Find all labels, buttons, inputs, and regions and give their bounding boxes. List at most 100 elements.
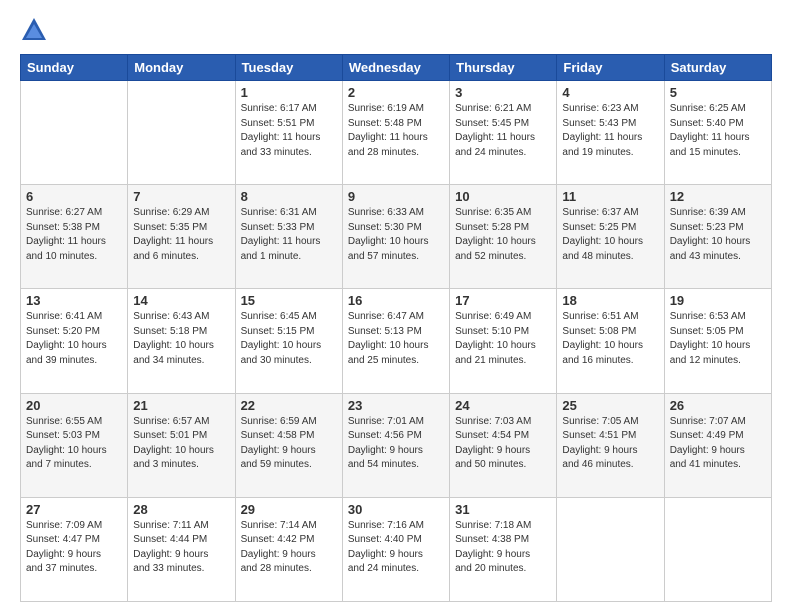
calendar-cell: 18Sunrise: 6:51 AM Sunset: 5:08 PM Dayli… [557, 289, 664, 393]
calendar-cell: 26 Sunrise: 7:07 AM Sunset: 4:49 PM Dayli… [664, 393, 771, 497]
day-info: Sunrise: 7:11 AM Sunset: 4:44 PM Dayligh… [133, 519, 229, 577]
day-number: 29 [241, 502, 337, 517]
calendar-cell: 20 Sunrise: 6:55 AM Sunset: 5:03 PM Dayli… [21, 393, 128, 497]
day-number: 7 [133, 189, 229, 204]
calendar-cell: 25 Sunrise: 7:05 AM Sunset: 4:51 PM Dayli… [557, 393, 664, 497]
day-info: Sunrise: 7:05 AM Sunset: 4:51 PM Dayligh… [562, 415, 658, 473]
day-number: 3 [455, 85, 551, 100]
calendar-cell: 4 Sunrise: 6:23 AM Sunset: 5:43 PM Daylig… [557, 81, 664, 185]
day-info: Sunrise: 6:27 AM Sunset: 5:38 PM Dayligh… [26, 206, 122, 264]
calendar-week-1: 1 Sunrise: 6:17 AM Sunset: 5:51 PM Daylig… [21, 81, 772, 185]
day-number: 19 [670, 293, 766, 308]
weekday-wednesday: Wednesday [342, 55, 449, 81]
header [20, 16, 772, 44]
day-info: Sunrise: 6:17 AM Sunset: 5:51 PM Dayligh… [241, 102, 337, 160]
weekday-friday: Friday [557, 55, 664, 81]
calendar-cell: 29 Sunrise: 7:14 AM Sunset: 4:42 PM Dayli… [235, 497, 342, 601]
day-info: Sunrise: 7:09 AM Sunset: 4:47 PM Dayligh… [26, 519, 122, 577]
calendar-cell: 11 Sunrise: 6:37 AM Sunset: 5:25 PM Dayli… [557, 185, 664, 289]
calendar-cell: 6 Sunrise: 6:27 AM Sunset: 5:38 PM Daylig… [21, 185, 128, 289]
weekday-monday: Monday [128, 55, 235, 81]
day-info: Sunrise: 6:39 AM Sunset: 5:23 PM Dayligh… [670, 206, 766, 264]
day-number: 23 [348, 398, 444, 413]
day-info: Sunrise: 6:47 AM Sunset: 5:13 PM Dayligh… [348, 310, 444, 368]
calendar-cell: 1 Sunrise: 6:17 AM Sunset: 5:51 PM Daylig… [235, 81, 342, 185]
day-number: 6 [26, 189, 122, 204]
calendar-cell [128, 81, 235, 185]
day-number: 11 [562, 189, 658, 204]
day-info: Sunrise: 6:25 AM Sunset: 5:40 PM Dayligh… [670, 102, 766, 160]
day-number: 26 [670, 398, 766, 413]
weekday-header-row: SundayMondayTuesdayWednesdayThursdayFrid… [21, 55, 772, 81]
day-number: 30 [348, 502, 444, 517]
calendar-cell: 3 Sunrise: 6:21 AM Sunset: 5:45 PM Daylig… [450, 81, 557, 185]
day-info: Sunrise: 7:14 AM Sunset: 4:42 PM Dayligh… [241, 519, 337, 577]
day-number: 27 [26, 502, 122, 517]
day-info: Sunrise: 6:59 AM Sunset: 4:58 PM Dayligh… [241, 415, 337, 473]
weekday-saturday: Saturday [664, 55, 771, 81]
day-number: 4 [562, 85, 658, 100]
calendar-cell: 8 Sunrise: 6:31 AM Sunset: 5:33 PM Daylig… [235, 185, 342, 289]
day-number: 13 [26, 293, 122, 308]
calendar-cell: 15Sunrise: 6:45 AM Sunset: 5:15 PM Dayli… [235, 289, 342, 393]
calendar-body: 1 Sunrise: 6:17 AM Sunset: 5:51 PM Daylig… [21, 81, 772, 602]
day-info: Sunrise: 6:31 AM Sunset: 5:33 PM Dayligh… [241, 206, 337, 264]
calendar-cell: 10Sunrise: 6:35 AM Sunset: 5:28 PM Dayli… [450, 185, 557, 289]
day-info: Sunrise: 6:57 AM Sunset: 5:01 PM Dayligh… [133, 415, 229, 473]
day-info: Sunrise: 6:37 AM Sunset: 5:25 PM Dayligh… [562, 206, 658, 264]
weekday-sunday: Sunday [21, 55, 128, 81]
weekday-tuesday: Tuesday [235, 55, 342, 81]
day-number: 10 [455, 189, 551, 204]
logo-icon [20, 16, 48, 44]
day-number: 22 [241, 398, 337, 413]
calendar-week-3: 13 Sunrise: 6:41 AM Sunset: 5:20 PM Dayli… [21, 289, 772, 393]
calendar-week-5: 27 Sunrise: 7:09 AM Sunset: 4:47 PM Dayli… [21, 497, 772, 601]
day-info: Sunrise: 6:33 AM Sunset: 5:30 PM Dayligh… [348, 206, 444, 264]
day-info: Sunrise: 6:23 AM Sunset: 5:43 PM Dayligh… [562, 102, 658, 160]
calendar-cell: 17 Sunrise: 6:49 AM Sunset: 5:10 PM Dayli… [450, 289, 557, 393]
calendar-week-4: 20 Sunrise: 6:55 AM Sunset: 5:03 PM Dayli… [21, 393, 772, 497]
calendar-cell: 14Sunrise: 6:43 AM Sunset: 5:18 PM Dayli… [128, 289, 235, 393]
day-number: 21 [133, 398, 229, 413]
day-number: 18 [562, 293, 658, 308]
day-info: Sunrise: 6:19 AM Sunset: 5:48 PM Dayligh… [348, 102, 444, 160]
day-number: 24 [455, 398, 551, 413]
day-number: 1 [241, 85, 337, 100]
calendar-cell: 19 Sunrise: 6:53 AM Sunset: 5:05 PM Dayli… [664, 289, 771, 393]
calendar-cell: 22 Sunrise: 6:59 AM Sunset: 4:58 PM Dayli… [235, 393, 342, 497]
day-number: 12 [670, 189, 766, 204]
calendar-cell: 24 Sunrise: 7:03 AM Sunset: 4:54 PM Dayli… [450, 393, 557, 497]
day-info: Sunrise: 6:45 AM Sunset: 5:15 PM Dayligh… [241, 310, 337, 368]
day-number: 2 [348, 85, 444, 100]
calendar-cell: 28Sunrise: 7:11 AM Sunset: 4:44 PM Dayli… [128, 497, 235, 601]
day-number: 20 [26, 398, 122, 413]
page: SundayMondayTuesdayWednesdayThursdayFrid… [0, 0, 792, 612]
day-info: Sunrise: 6:53 AM Sunset: 5:05 PM Dayligh… [670, 310, 766, 368]
calendar-cell: 9Sunrise: 6:33 AM Sunset: 5:30 PM Daylig… [342, 185, 449, 289]
calendar-header: SundayMondayTuesdayWednesdayThursdayFrid… [21, 55, 772, 81]
calendar-cell: 21 Sunrise: 6:57 AM Sunset: 5:01 PM Dayli… [128, 393, 235, 497]
day-info: Sunrise: 7:18 AM Sunset: 4:38 PM Dayligh… [455, 519, 551, 577]
day-info: Sunrise: 6:41 AM Sunset: 5:20 PM Dayligh… [26, 310, 122, 368]
day-info: Sunrise: 7:07 AM Sunset: 4:49 PM Dayligh… [670, 415, 766, 473]
calendar-cell: 30 Sunrise: 7:16 AM Sunset: 4:40 PM Dayli… [342, 497, 449, 601]
calendar-week-2: 6 Sunrise: 6:27 AM Sunset: 5:38 PM Daylig… [21, 185, 772, 289]
calendar-cell: 27 Sunrise: 7:09 AM Sunset: 4:47 PM Dayli… [21, 497, 128, 601]
calendar-cell: 31Sunrise: 7:18 AM Sunset: 4:38 PM Dayli… [450, 497, 557, 601]
calendar-cell: 12 Sunrise: 6:39 AM Sunset: 5:23 PM Dayli… [664, 185, 771, 289]
day-number: 5 [670, 85, 766, 100]
day-info: Sunrise: 7:03 AM Sunset: 4:54 PM Dayligh… [455, 415, 551, 473]
day-number: 8 [241, 189, 337, 204]
day-number: 17 [455, 293, 551, 308]
day-number: 14 [133, 293, 229, 308]
day-number: 25 [562, 398, 658, 413]
logo [20, 16, 52, 44]
calendar-cell [557, 497, 664, 601]
calendar-cell: 7Sunrise: 6:29 AM Sunset: 5:35 PM Daylig… [128, 185, 235, 289]
calendar-cell: 5 Sunrise: 6:25 AM Sunset: 5:40 PM Daylig… [664, 81, 771, 185]
day-info: Sunrise: 6:21 AM Sunset: 5:45 PM Dayligh… [455, 102, 551, 160]
day-info: Sunrise: 7:16 AM Sunset: 4:40 PM Dayligh… [348, 519, 444, 577]
day-info: Sunrise: 6:49 AM Sunset: 5:10 PM Dayligh… [455, 310, 551, 368]
day-info: Sunrise: 6:55 AM Sunset: 5:03 PM Dayligh… [26, 415, 122, 473]
calendar-cell: 23Sunrise: 7:01 AM Sunset: 4:56 PM Dayli… [342, 393, 449, 497]
